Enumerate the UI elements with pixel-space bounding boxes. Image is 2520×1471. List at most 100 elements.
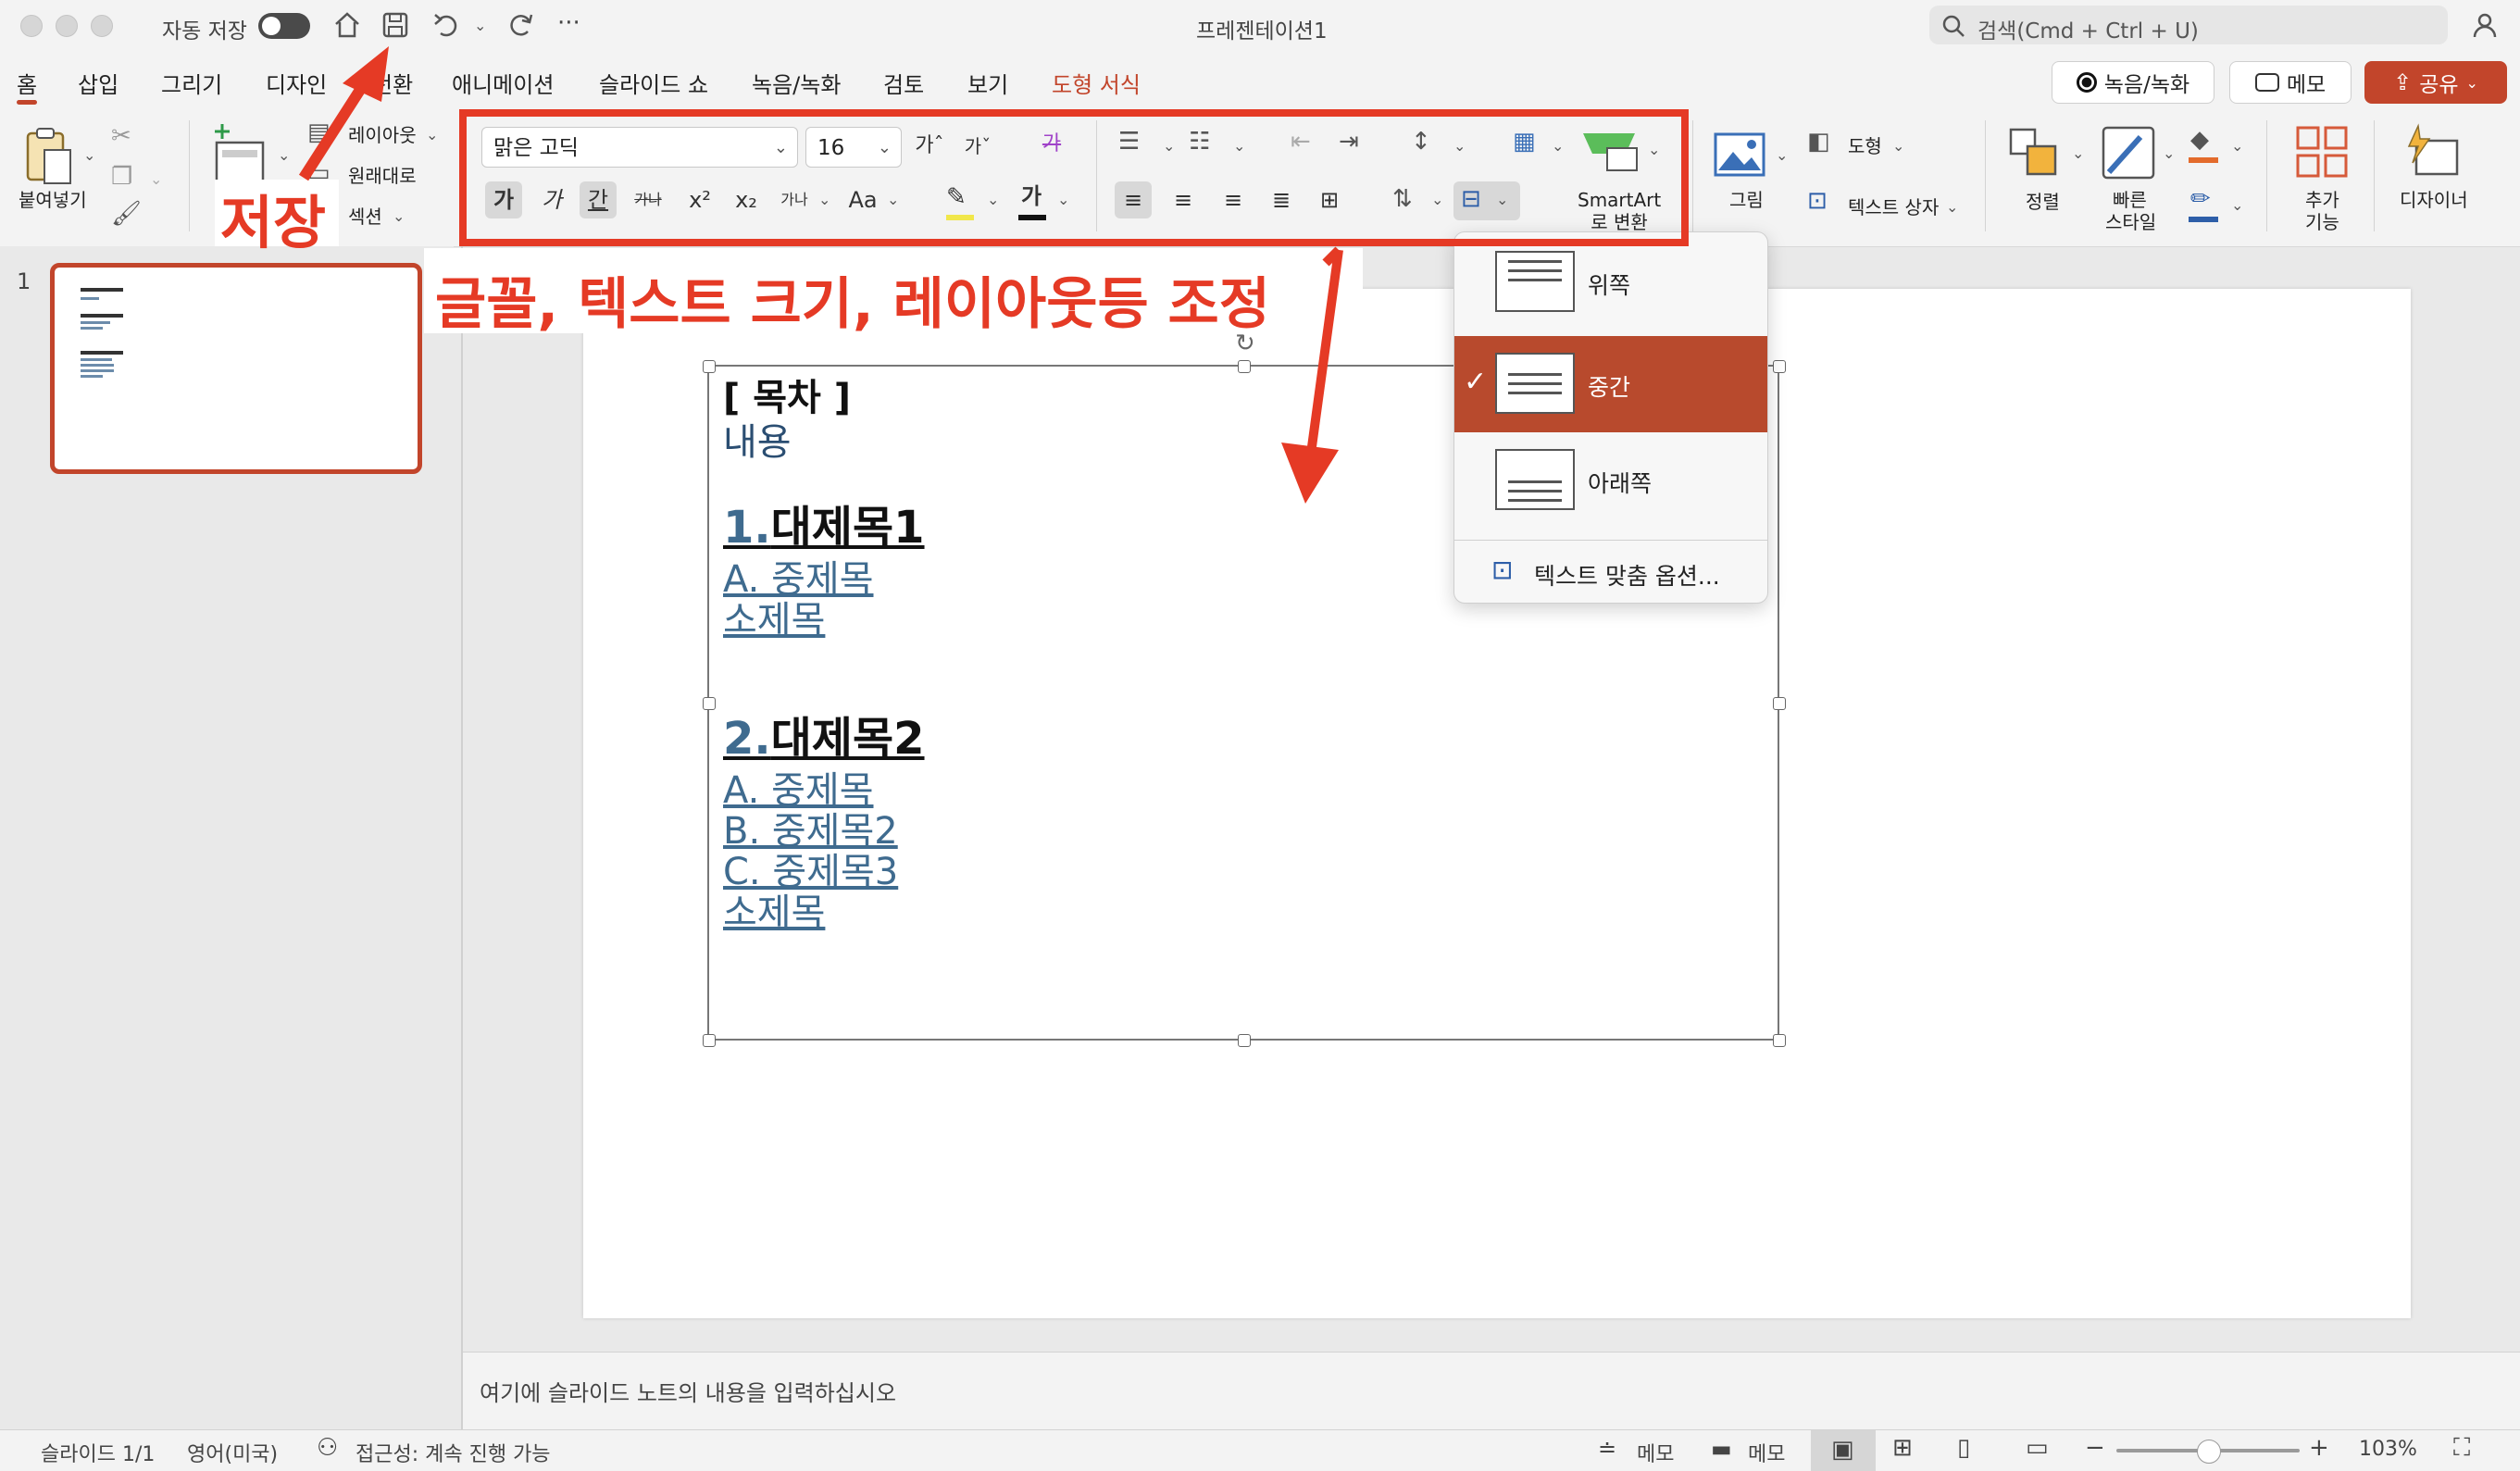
designer-icon[interactable] — [2401, 122, 2461, 181]
shape-outline-chevron-icon[interactable]: ⌄ — [2231, 196, 2243, 214]
record-button[interactable]: 녹음/녹화 — [2052, 61, 2214, 104]
tab-insert[interactable]: 삽입 — [78, 67, 119, 99]
accessibility-status[interactable]: 접근성: 계속 진행 가능 — [356, 1438, 551, 1467]
thumbnail-line — [81, 369, 114, 372]
addins-label-2: 기능 — [2305, 211, 2339, 233]
reading-view-icon[interactable]: ▯ — [1957, 1434, 1970, 1462]
resize-handle-bottom[interactable] — [1238, 1034, 1251, 1047]
menu-item-top[interactable]: 위쪽 — [1454, 234, 1767, 330]
fit-to-window-icon[interactable]: ⛶ — [2453, 1434, 2470, 1463]
resize-handle-top-left[interactable] — [703, 360, 716, 373]
paste-chevron-icon[interactable]: ⌄ — [83, 146, 95, 164]
quick-styles-chevron-icon[interactable]: ⌄ — [2163, 144, 2175, 162]
shapes-icon[interactable]: ◧ — [1807, 128, 1830, 156]
tab-home[interactable]: 홈 — [17, 67, 37, 99]
share-button[interactable]: ⇪ 공유 ⌄ — [2364, 61, 2507, 104]
tab-animations[interactable]: 애니메이션 — [452, 67, 554, 99]
slideshow-view-icon[interactable]: ▭ — [2026, 1434, 2049, 1462]
picture-chevron-icon[interactable]: ⌄ — [1776, 146, 1788, 164]
tab-slideshow[interactable]: 슬라이드 쇼 — [599, 67, 708, 99]
search-box[interactable]: 검색(Cmd + Ctrl + U) — [1929, 6, 2448, 44]
zoom-in-button[interactable]: + — [2309, 1434, 2329, 1462]
resize-handle-bottom-right[interactable] — [1773, 1034, 1786, 1047]
resize-handle-top[interactable] — [1238, 360, 1251, 373]
tab-draw[interactable]: 그리기 — [161, 67, 222, 99]
tab-transitions[interactable]: 전환 — [372, 67, 413, 99]
new-slide-chevron-icon[interactable]: ⌄ — [278, 146, 290, 164]
language-indicator[interactable]: 영어(미국) — [187, 1438, 278, 1467]
menu-divider — [1454, 540, 1767, 541]
minimize-window-button[interactable] — [56, 15, 78, 37]
comments-toggle-button[interactable]: 메모 — [1748, 1438, 1785, 1467]
shapes-chevron-icon[interactable]: ⌄ — [1892, 137, 1904, 155]
text-fit-options-icon: ⊡ — [1491, 555, 1514, 585]
heading-2: 2.대제목2 — [723, 717, 925, 761]
heading-1-subitem[interactable]: 소제목 — [723, 600, 825, 641]
arrange-icon[interactable] — [2007, 126, 2061, 180]
quick-styles-icon[interactable] — [2100, 124, 2157, 181]
shape-fill-chevron-icon[interactable]: ⌄ — [2231, 137, 2243, 155]
resize-handle-left[interactable] — [703, 697, 716, 710]
menu-item-middle[interactable]: ✓ 중간 — [1454, 336, 1767, 432]
textbox-button[interactable]: 텍스트 상자 — [1848, 196, 1939, 218]
slide-thumbnail-1[interactable] — [50, 263, 422, 474]
text-fit-options-item[interactable]: ⊡ 텍스트 맞춤 옵션... — [1454, 545, 1767, 597]
undo-dropdown-chevron-icon[interactable]: ⌄ — [474, 17, 486, 34]
resize-handle-top-right[interactable] — [1773, 360, 1786, 373]
notes-placeholder: 여기에 슬라이드 노트의 내용을 입력하십시오 — [480, 1380, 897, 1406]
pane-divider[interactable] — [461, 246, 463, 1429]
close-window-button[interactable] — [20, 15, 43, 37]
heading-2-subitem[interactable]: 소제목 — [723, 892, 825, 933]
addins-icon[interactable] — [2294, 124, 2352, 181]
more-commands-button[interactable]: ··· — [557, 9, 580, 37]
autosave-toggle[interactable] — [258, 13, 310, 39]
comments-button[interactable]: 메모 — [2229, 61, 2352, 104]
cut-icon[interactable]: ✂ — [111, 122, 131, 150]
tab-shape-format[interactable]: 도형 서식 — [1052, 67, 1141, 99]
home-icon[interactable] — [331, 9, 363, 41]
copy-icon[interactable]: ❐ — [111, 163, 132, 191]
picture-icon[interactable] — [1713, 131, 1766, 178]
normal-view-button[interactable]: ▣ — [1811, 1430, 1876, 1471]
heading-2-item-a[interactable]: A. 중제목 — [723, 770, 874, 811]
heading-1-text: 대제목1 — [770, 502, 925, 554]
section-chevron-icon[interactable]: ⌄ — [393, 207, 405, 225]
copy-chevron-icon[interactable]: ⌄ — [150, 170, 162, 188]
textbox-chevron-icon[interactable]: ⌄ — [1946, 198, 1958, 216]
resize-handle-right[interactable] — [1773, 697, 1786, 710]
heading-1-item-a[interactable]: A. 중제목 — [723, 559, 874, 600]
paste-icon[interactable] — [22, 126, 78, 191]
zoom-window-button[interactable] — [91, 15, 113, 37]
layout-chevron-icon[interactable]: ⌄ — [426, 126, 438, 143]
tab-review[interactable]: 검토 — [883, 67, 924, 99]
shape-fill-icon[interactable]: ◆ — [2190, 126, 2209, 154]
zoom-slider-thumb[interactable] — [2197, 1440, 2221, 1464]
resize-handle-bottom-left[interactable] — [703, 1034, 716, 1047]
layout-icon[interactable]: ▤ — [307, 118, 331, 146]
zoom-out-button[interactable]: − — [2085, 1434, 2105, 1462]
ribbon-separator — [2266, 120, 2267, 231]
reset-button[interactable]: 원래대로 — [348, 165, 417, 187]
arrange-chevron-icon[interactable]: ⌄ — [2072, 144, 2084, 162]
thumbnail-line — [81, 375, 103, 378]
tab-view[interactable]: 보기 — [967, 67, 1008, 99]
tab-recording[interactable]: 녹음/녹화 — [752, 67, 841, 99]
tab-design[interactable]: 디자인 — [266, 67, 327, 99]
layout-button[interactable]: 레이아웃 — [348, 124, 417, 146]
save-icon[interactable] — [380, 9, 411, 41]
slide-sorter-icon[interactable]: ⊞ — [1892, 1434, 1913, 1462]
menu-item-bottom[interactable]: 아래쪽 — [1454, 432, 1767, 529]
shapes-button[interactable]: 도형 — [1848, 135, 1882, 157]
zoom-level[interactable]: 103% — [2359, 1438, 2417, 1461]
undo-icon[interactable] — [431, 9, 463, 41]
textbox-icon[interactable]: ⊡ — [1807, 187, 1828, 215]
notes-toggle-button[interactable]: 메모 — [1637, 1438, 1674, 1467]
section-button[interactable]: 섹션 — [348, 206, 382, 228]
heading-2-item-b[interactable]: B. 중제목2 — [723, 811, 898, 852]
account-icon[interactable] — [2470, 9, 2503, 43]
notes-pane[interactable]: 여기에 슬라이드 노트의 내용을 입력하십시오 — [463, 1352, 2520, 1430]
shape-outline-icon[interactable]: ✏ — [2190, 185, 2211, 213]
heading-2-item-c[interactable]: C. 중제목3 — [723, 852, 898, 892]
format-painter-icon[interactable]: 🖌 — [111, 200, 142, 228]
redo-icon[interactable] — [505, 9, 537, 41]
